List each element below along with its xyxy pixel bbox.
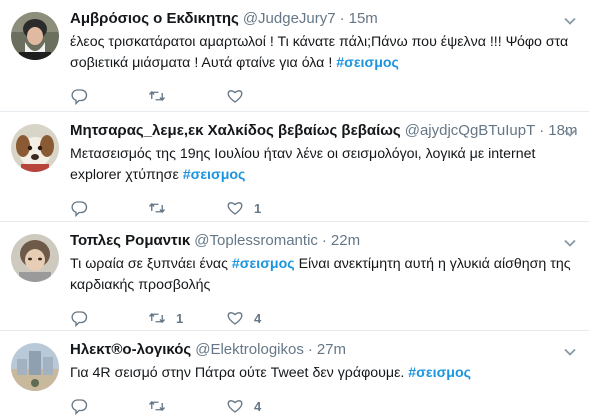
tweet-text-body: έλεος τρισκατάρατοι αμαρτωλοί ! Τι κάνατ…	[70, 34, 569, 71]
tweet-header: Ηλεκτ®ο-λογικός @Elektrologikos · 27m	[70, 341, 577, 363]
reply-icon	[71, 399, 88, 415]
tweet-text-body: Μετασεισμός της 19ης Ιουλίου ήταν λένε ο…	[70, 146, 536, 183]
heart-icon	[227, 312, 243, 325]
retweet-icon	[148, 400, 166, 412]
like-count: 1	[254, 200, 262, 216]
reply-icon	[71, 89, 88, 105]
timestamp[interactable]: 22m	[331, 232, 360, 249]
heart-icon	[227, 400, 243, 413]
chevron-down-icon[interactable]	[563, 14, 577, 28]
tweet-text: Μετασεισμός της 19ης Ιουλίου ήταν λένε ο…	[70, 144, 575, 186]
author-name[interactable]: Τοπλες Ρομαντικ	[70, 232, 190, 249]
tweet-text: έλεος τρισκατάρατοι αμαρτωλοί ! Τι κάνατ…	[70, 32, 575, 74]
author-handle[interactable]: @Toplessromantic	[194, 232, 318, 249]
tweet[interactable]: Μητσαρας_λεμε,εκ Χαλκίδος βεβαίως βεβαίω…	[0, 112, 589, 222]
like-count: 4	[254, 310, 262, 326]
like-button[interactable]	[226, 87, 304, 105]
reply-button[interactable]	[70, 87, 148, 105]
timestamp[interactable]: 27m	[317, 341, 346, 358]
tweet-actions: 1 4	[70, 308, 577, 328]
tweet-header: Μητσαρας_λεμε,εκ Χαλκίδος βεβαίως βεβαίω…	[70, 122, 577, 144]
tweet-actions: 4	[70, 396, 577, 416]
avatar[interactable]	[11, 124, 59, 172]
tweet-feed: Αμβρόσιος ο Εκδικητης @JudgeJury7 · 15m …	[0, 0, 589, 415]
tweet[interactable]: Αμβρόσιος ο Εκδικητης @JudgeJury7 · 15m …	[0, 0, 589, 112]
tweet[interactable]: Ηλεκτ®ο-λογικός @Elektrologikos · 27m Γι…	[0, 331, 589, 415]
author-handle[interactable]: @ajydjcQgBTuIupT	[405, 122, 536, 139]
tweet-text: Για 4R σεισμό στην Πάτρα ούτε Tweet δεν …	[70, 363, 575, 384]
hashtag-link[interactable]: #σεισμος	[408, 365, 471, 381]
avatar[interactable]	[11, 234, 59, 282]
tweet-text-body: Για 4R σεισμό στην Πάτρα ούτε Tweet δεν …	[70, 365, 409, 381]
retweet-count: 1	[176, 310, 184, 326]
like-count: 4	[254, 398, 262, 414]
retweet-button[interactable]	[148, 397, 226, 415]
tweet-text: Τι ωραία σε ξυπνάει ένας #σεισμος Είναι …	[70, 254, 575, 296]
retweet-button[interactable]	[148, 199, 226, 217]
reply-button[interactable]	[70, 199, 148, 217]
like-button[interactable]: 4	[226, 309, 304, 327]
tweet-text-body: Τι ωραία σε ξυπνάει ένας	[70, 256, 232, 272]
heart-icon	[227, 202, 243, 215]
author-name[interactable]: Μητσαρας_λεμε,εκ Χαλκίδος βεβαίως βεβαίω…	[70, 122, 401, 139]
tweet-header: Τοπλες Ρομαντικ @Toplessromantic · 22m	[70, 232, 577, 254]
reply-icon	[71, 311, 88, 327]
retweet-icon	[148, 202, 166, 214]
retweet-button[interactable]: 1	[148, 309, 226, 327]
hashtag-link[interactable]: #σεισμος	[183, 167, 246, 183]
tweet-header: Αμβρόσιος ο Εκδικητης @JudgeJury7 · 15m	[70, 10, 577, 32]
retweet-icon	[148, 312, 166, 324]
chevron-down-icon[interactable]	[563, 236, 577, 250]
separator-dot: ·	[339, 10, 345, 27]
timestamp[interactable]: 15m	[349, 10, 378, 27]
tweet-actions	[70, 86, 577, 106]
reply-button[interactable]	[70, 397, 148, 415]
heart-icon	[227, 90, 243, 103]
like-button[interactable]: 1	[226, 199, 304, 217]
avatar[interactable]	[11, 343, 59, 391]
separator-dot: ·	[321, 232, 327, 249]
hashtag-link[interactable]: #σεισμος	[232, 256, 295, 272]
chevron-down-icon[interactable]	[563, 126, 577, 140]
avatar[interactable]	[11, 12, 59, 60]
separator-dot: ·	[539, 122, 545, 139]
separator-dot: ·	[307, 341, 313, 358]
author-name[interactable]: Αμβρόσιος ο Εκδικητης	[70, 10, 239, 27]
author-name[interactable]: Ηλεκτ®ο-λογικός	[70, 341, 191, 358]
author-handle[interactable]: @Elektrologikos	[195, 341, 304, 358]
chevron-down-icon[interactable]	[563, 345, 577, 359]
tweet-actions: 1	[70, 198, 577, 218]
retweet-button[interactable]	[148, 87, 226, 105]
reply-icon	[71, 201, 88, 217]
reply-button[interactable]	[70, 309, 148, 327]
like-button[interactable]: 4	[226, 397, 304, 415]
author-handle[interactable]: @JudgeJury7	[243, 10, 336, 27]
hashtag-link[interactable]: #σεισμος	[336, 55, 399, 71]
tweet[interactable]: Τοπλες Ρομαντικ @Toplessromantic · 22m Τ…	[0, 222, 589, 331]
retweet-icon	[148, 90, 166, 102]
